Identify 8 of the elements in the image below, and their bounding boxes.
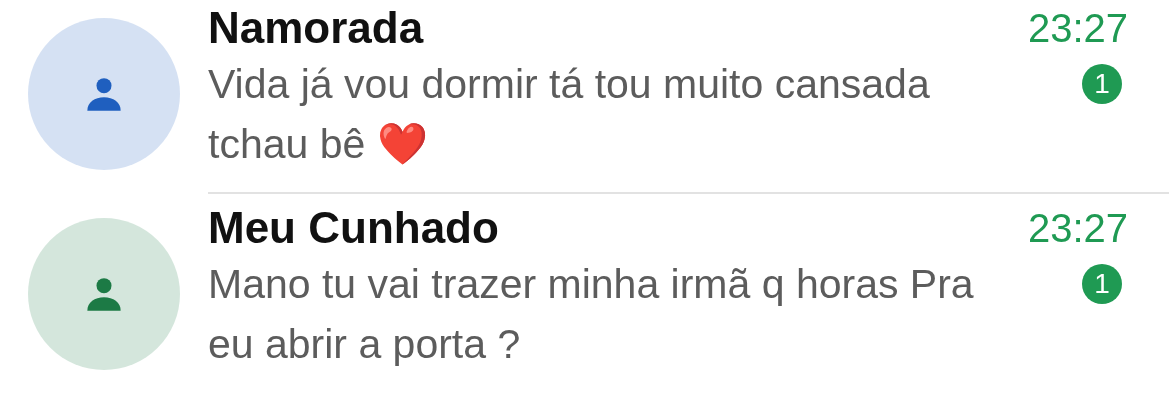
- message-preview: Mano tu vai trazer minha irmã q horas Pra eu abrir a porta ?: [208, 260, 975, 369]
- contact-name: Namorada: [208, 2, 425, 54]
- message-time: 23:27: [1027, 205, 1128, 252]
- unread-badge: 1: [1082, 64, 1122, 104]
- message-preview: Vida já vou dormir tá tou muito cansada tchau bê ❤: [208, 60, 931, 169]
- message-time: 23:27: [1027, 5, 1128, 52]
- contact-name: Meu Cunhado: [208, 202, 500, 254]
- unread-badge: 1: [1082, 264, 1122, 304]
